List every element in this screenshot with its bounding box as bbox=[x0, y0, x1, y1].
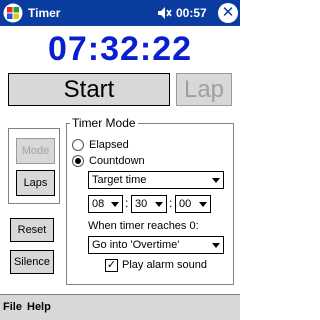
minutes-value: 30 bbox=[135, 198, 148, 210]
chevron-down-icon bbox=[199, 202, 207, 207]
minutes-select[interactable]: 30 bbox=[131, 195, 167, 213]
zero-action-select[interactable]: Go into 'Overtime' bbox=[88, 236, 224, 254]
seconds-value: 00 bbox=[179, 198, 192, 210]
close-icon[interactable]: ✕ bbox=[218, 3, 238, 23]
speaker-muted-icon[interactable] bbox=[156, 5, 172, 21]
timer-display: 07:32:22 bbox=[47, 30, 193, 68]
target-type-select[interactable]: Target time bbox=[88, 171, 224, 189]
zero-action-value: Go into 'Overtime' bbox=[92, 239, 180, 251]
seconds-select[interactable]: 00 bbox=[175, 195, 211, 213]
mode-button[interactable]: Mode bbox=[16, 138, 55, 164]
chevron-down-icon bbox=[111, 202, 119, 207]
menu-help[interactable]: Help bbox=[27, 301, 51, 313]
elapsed-label[interactable]: Elapsed bbox=[89, 139, 129, 151]
system-clock[interactable]: 00:57 bbox=[176, 6, 207, 20]
when-zero-label: When timer reaches 0: bbox=[88, 220, 199, 232]
time-separator: : bbox=[169, 196, 173, 210]
alarm-checkbox[interactable]: ✓ bbox=[105, 259, 118, 272]
elapsed-radio[interactable] bbox=[72, 139, 84, 151]
menu-file[interactable]: File bbox=[3, 301, 22, 313]
chevron-down-icon bbox=[212, 178, 220, 183]
target-type-value: Target time bbox=[92, 174, 147, 186]
chevron-down-icon bbox=[155, 202, 163, 207]
hours-select[interactable]: 08 bbox=[88, 195, 123, 213]
alarm-label[interactable]: Play alarm sound bbox=[122, 259, 207, 271]
reset-button[interactable]: Reset bbox=[10, 218, 54, 242]
title-bar: Timer 00:57 ✕ bbox=[0, 0, 240, 26]
laps-button[interactable]: Laps bbox=[16, 170, 55, 196]
countdown-label[interactable]: Countdown bbox=[89, 155, 145, 167]
menu-bar: File Help bbox=[0, 294, 240, 320]
silence-button[interactable]: Silence bbox=[10, 250, 54, 274]
app-title: Timer bbox=[28, 6, 61, 20]
lap-button[interactable]: Lap bbox=[176, 73, 232, 106]
timer-mode-label: Timer Mode bbox=[70, 116, 138, 130]
countdown-radio[interactable] bbox=[72, 155, 84, 167]
chevron-down-icon bbox=[212, 243, 220, 248]
start-button[interactable]: Start bbox=[8, 73, 170, 106]
hours-value: 08 bbox=[92, 198, 105, 210]
windows-flag-icon[interactable] bbox=[3, 3, 23, 23]
time-separator: : bbox=[125, 196, 129, 210]
